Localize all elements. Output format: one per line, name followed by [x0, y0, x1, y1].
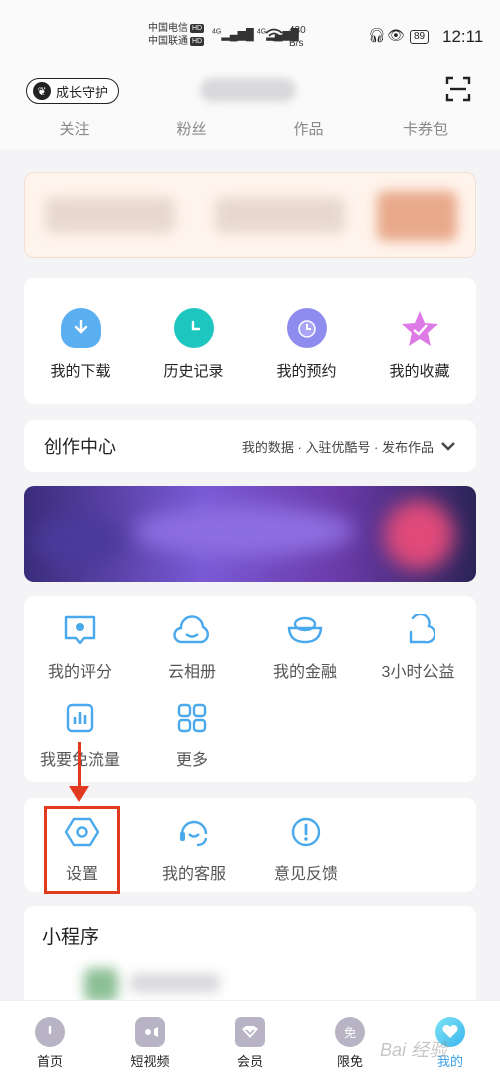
service-charity[interactable]: 3小时公益 [363, 614, 473, 682]
carrier-1: 中国电信 [148, 23, 188, 34]
video-icon [135, 1017, 165, 1047]
member-banner[interactable] [24, 172, 476, 258]
annotation-highlight-box [44, 806, 120, 894]
scan-icon[interactable] [445, 76, 471, 102]
charity-icon [409, 614, 435, 644]
annotation-arrow-head [69, 786, 89, 802]
growth-guard-button[interactable]: ❦ 成长守护 [26, 78, 120, 104]
quick-action-favorites[interactable]: 我的收藏 [370, 308, 470, 381]
quick-action-label: 我的收藏 [389, 363, 450, 380]
stat-following[interactable]: 关注 [25, 118, 125, 139]
wifi-icon [265, 28, 283, 42]
cloud-album-icon [173, 615, 209, 644]
service-label: 云相册 [167, 664, 216, 681]
tab-label: 短视频 [130, 1054, 170, 1069]
free-data-icon [66, 703, 94, 733]
clock-icon [173, 308, 214, 348]
signal-icon: 4G▂▄▆█ 4G▂▄▆█ [212, 28, 299, 41]
customer-service-icon [180, 820, 208, 847]
carrier-2: 中国联通 [148, 36, 188, 47]
feedback-button[interactable]: 意见反馈 [251, 816, 361, 884]
tab-label: 会员 [236, 1054, 263, 1069]
creation-center-row[interactable]: 创作中心 我的数据 · 入驻优酷号 · 发布作品 [24, 420, 476, 472]
quick-actions-card: 我的下载 历史记录 我的预约 我的收藏 [24, 278, 476, 404]
quick-action-label: 我的预约 [276, 363, 337, 380]
annotation-arrow-line [78, 742, 81, 788]
alarm-clock-icon [286, 308, 327, 348]
headphone-icon: 🎧︎ [368, 27, 386, 43]
hd-badge: HD [190, 36, 205, 46]
tab-free[interactable]: 免 限免 [310, 1017, 390, 1070]
watermark: Bai 经验 [380, 1040, 448, 1060]
creation-center-links[interactable]: 我的数据 · 入驻优酷号 · 发布作品 [242, 437, 456, 456]
profile-stats: 关注 粉丝 作品 卡券包 [0, 118, 500, 139]
service-label: 3小时公益 [381, 664, 455, 681]
finance-icon [287, 616, 323, 644]
star-icon [400, 308, 440, 348]
quick-action-label: 我的下载 [50, 363, 111, 380]
quick-action-download[interactable]: 我的下载 [31, 308, 131, 381]
customer-service-label: 我的客服 [161, 866, 226, 883]
leaf-icon: ❦ [33, 82, 51, 100]
services-card: 我的评分 云相册 我的金融 3小时公益 我要免流量 更多 [24, 596, 476, 782]
customer-service-button[interactable]: 我的客服 [139, 816, 249, 884]
network-speed: 430 B/s [289, 25, 306, 49]
service-finance[interactable]: 我的金融 [250, 614, 360, 682]
stat-fans[interactable]: 粉丝 [142, 118, 242, 139]
more-grid-icon [177, 703, 207, 733]
growth-guard-label: 成长守护 [56, 84, 109, 100]
free-icon: 免 [335, 1017, 365, 1047]
tab-label: 限免 [336, 1054, 363, 1069]
home-icon [35, 1017, 65, 1047]
quick-action-history[interactable]: 历史记录 [144, 308, 244, 381]
stat-coupons[interactable]: 卡券包 [376, 118, 476, 139]
creation-center-title: 创作中心 [44, 437, 116, 457]
service-label: 更多 [175, 752, 208, 769]
mini-program-item-blurred[interactable] [64, 964, 234, 1004]
eye-icon: 👁︎ [387, 27, 405, 43]
service-label: 我的金融 [272, 664, 337, 681]
stat-works[interactable]: 作品 [259, 118, 359, 139]
free-glyph: 免 [343, 1025, 356, 1040]
service-rating[interactable]: 我的评分 [25, 614, 135, 682]
clock-time: 12:11 [442, 27, 484, 46]
feedback-icon [291, 817, 321, 847]
rating-icon [64, 615, 96, 645]
battery-icon: 89 [410, 30, 430, 44]
service-label: 我的评分 [47, 664, 112, 681]
tab-short-video[interactable]: 短视频 [110, 1017, 190, 1070]
vip-icon [235, 1017, 265, 1047]
promo-banner[interactable] [24, 486, 476, 582]
mini-programs-title: 小程序 [42, 927, 100, 948]
feedback-label: 意见反馈 [273, 866, 338, 883]
creation-center-links-text: 我的数据 · 入驻优酷号 · 发布作品 [241, 439, 434, 455]
quick-action-reservation[interactable]: 我的预约 [257, 308, 357, 381]
service-cloud-album[interactable]: 云相册 [137, 614, 247, 682]
tab-vip[interactable]: 会员 [210, 1017, 290, 1070]
quick-action-label: 历史记录 [163, 363, 224, 380]
tab-home[interactable]: 首页 [10, 1017, 90, 1070]
status-bar: 中国电信 HD 中国联通 HD 4G▂▄▆█ 4G▂▄▆█ 430 B/s 🎧︎ 👁… [0, 0, 500, 70]
username-blurred [200, 78, 296, 102]
chevron-down-icon [441, 442, 455, 451]
carrier-info: 中国电信 HD 中国联通 HD [148, 22, 205, 48]
download-cloud-icon [60, 308, 101, 348]
service-more[interactable]: 更多 [137, 702, 247, 770]
hd-badge: HD [190, 23, 205, 33]
tab-label: 首页 [36, 1054, 63, 1069]
